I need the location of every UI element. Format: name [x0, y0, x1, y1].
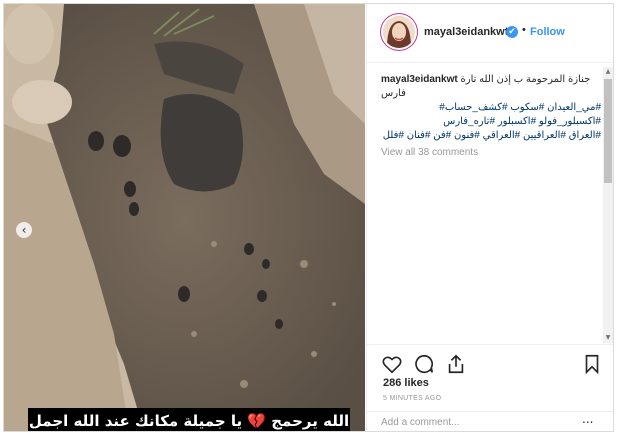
- bookmark-icon[interactable]: [581, 353, 603, 375]
- add-comment-bar: ...: [367, 411, 613, 431]
- follow-button[interactable]: Follow: [530, 26, 565, 38]
- hashtag-line[interactable]: #اكسبلور_فولو #اكسبلور #تاره_فارس: [381, 115, 601, 129]
- add-comment-input[interactable]: [381, 415, 561, 429]
- avatar-image: [383, 16, 415, 48]
- share-icon[interactable]: [445, 353, 467, 375]
- username-link[interactable]: mayal3eidankwt: [424, 26, 508, 38]
- hashtag-line[interactable]: #العراق #العراقيين #العراقي #فنون #فن #ف…: [381, 129, 601, 143]
- scrollbar-thumb[interactable]: [604, 79, 612, 183]
- post-modal: ‹ الله يرحمج 💔 يا جميلة مكانك عند الله ا…: [3, 3, 614, 432]
- hashtag-line[interactable]: #مي_العيدان #سكوب #كشف_حساب#: [381, 101, 601, 115]
- comments-scrollbar[interactable]: ▲ ▼: [603, 67, 613, 343]
- heart-icon[interactable]: [381, 353, 403, 375]
- post-media[interactable]: ‹ الله يرحمج 💔 يا جميلة مكانك عند الله ا…: [4, 4, 365, 431]
- avatar[interactable]: [383, 16, 415, 48]
- post-caption: mayal3eidankwt جنازة المرحومة ب إذن الله…: [381, 73, 601, 143]
- verified-badge-icon: ✔: [506, 26, 518, 38]
- post-timestamp[interactable]: 5 MINUTES AGO: [383, 395, 441, 402]
- likes-count[interactable]: 286 likes: [383, 377, 429, 389]
- scroll-up-arrow-icon[interactable]: ▲: [603, 67, 613, 77]
- video-caption-overlay: الله يرحمج 💔 يا جميلة مكانك عند الله اجم…: [28, 408, 350, 431]
- view-all-comments-link[interactable]: View all 38 comments: [381, 147, 478, 158]
- comments-section: mayal3eidankwt جنازة المرحومة ب إذن الله…: [367, 63, 613, 343]
- separator-dot: •: [522, 24, 526, 36]
- post-actions-bar: [367, 344, 613, 381]
- comment-bubble-icon[interactable]: [413, 353, 435, 375]
- carousel-prev-button[interactable]: ‹: [16, 222, 32, 238]
- mud-photo: [4, 4, 365, 431]
- scroll-down-arrow-icon[interactable]: ▼: [603, 333, 613, 343]
- more-options-icon[interactable]: ...: [582, 412, 593, 426]
- post-header: mayal3eidankwt ✔ • Follow: [367, 4, 613, 63]
- chevron-left-icon: ‹: [21, 223, 27, 237]
- caption-username-link[interactable]: mayal3eidankwt: [381, 74, 458, 85]
- post-side-panel: mayal3eidankwt ✔ • Follow mayal3eidankwt…: [366, 4, 613, 431]
